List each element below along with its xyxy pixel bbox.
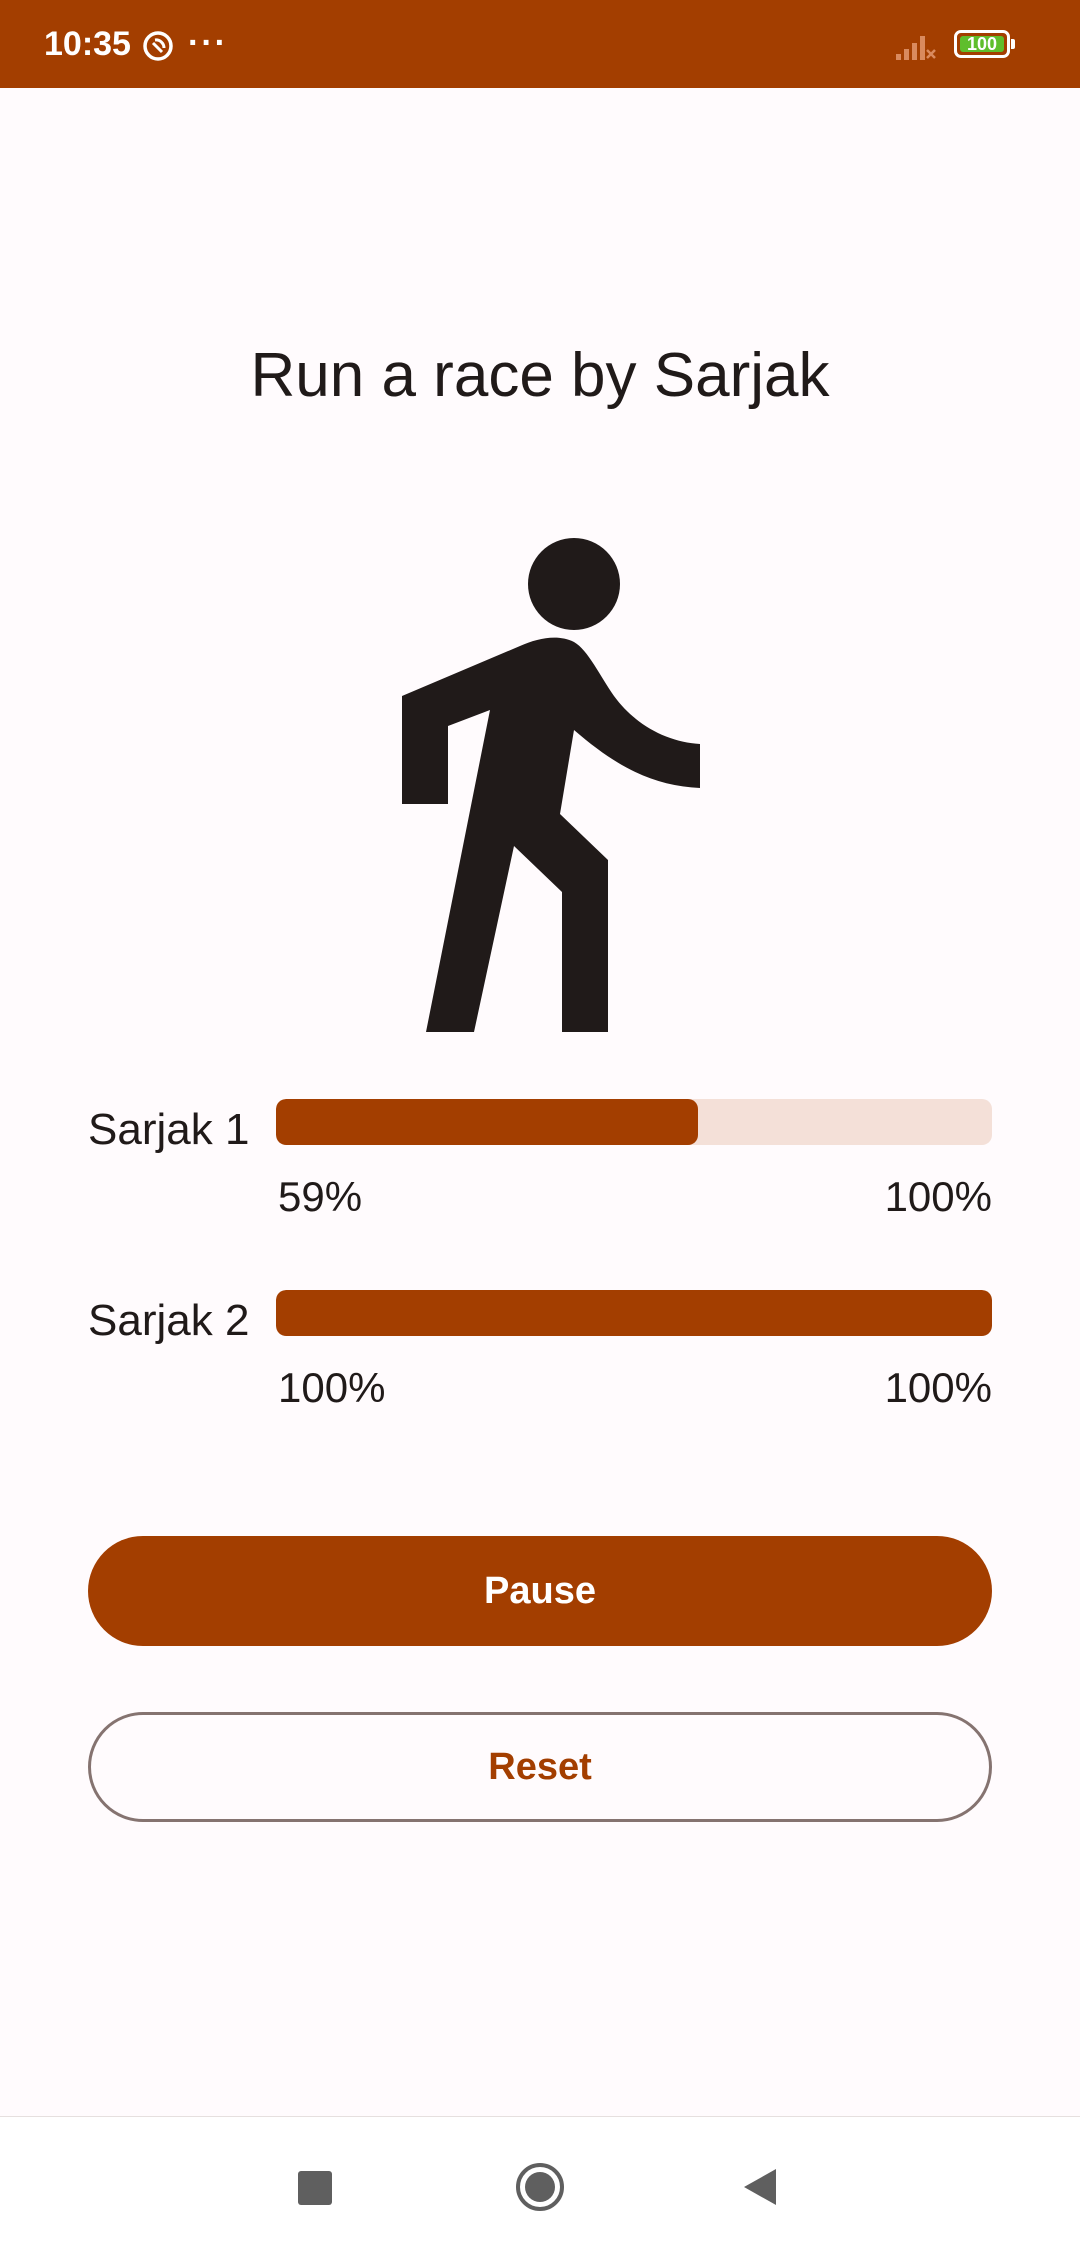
racer-2-progress-text: 100%	[278, 1364, 386, 1411]
battery-level: 100	[960, 35, 1004, 53]
do-not-disturb-icon	[143, 31, 173, 61]
racer-1-progress-bar	[276, 1099, 992, 1145]
triangle-back-icon[interactable]	[742, 2167, 778, 2207]
racer-2-progress-bar	[276, 1290, 992, 1336]
battery-icon: 100	[954, 30, 1016, 62]
reset-button[interactable]: Reset	[88, 1712, 992, 1822]
status-bar: 10:35 ··· 100	[0, 0, 1080, 88]
more-dots-icon: ···	[188, 24, 228, 62]
pause-button[interactable]: Pause	[88, 1536, 992, 1646]
square-recents-icon[interactable]	[298, 2171, 332, 2205]
racer-1-progress-fill	[276, 1099, 699, 1145]
racer-2-label: Sarjak 2	[88, 1296, 250, 1345]
page-title: Run a race by Sarjak	[250, 341, 830, 410]
circle-home-icon[interactable]	[514, 2161, 566, 2213]
racer-1-label: Sarjak 1	[88, 1105, 250, 1154]
signal-no-service-icon	[896, 36, 936, 60]
racer-2-max-text: 100%	[884, 1364, 992, 1411]
status-time: 10:35	[44, 25, 131, 63]
walking-person-icon	[402, 538, 700, 1032]
navigation-bar	[0, 2116, 1080, 2247]
racer-2-progress-fill	[276, 1290, 992, 1336]
racer-1-max-text: 100%	[884, 1173, 992, 1220]
racer-1-progress-text: 59%	[278, 1173, 363, 1220]
